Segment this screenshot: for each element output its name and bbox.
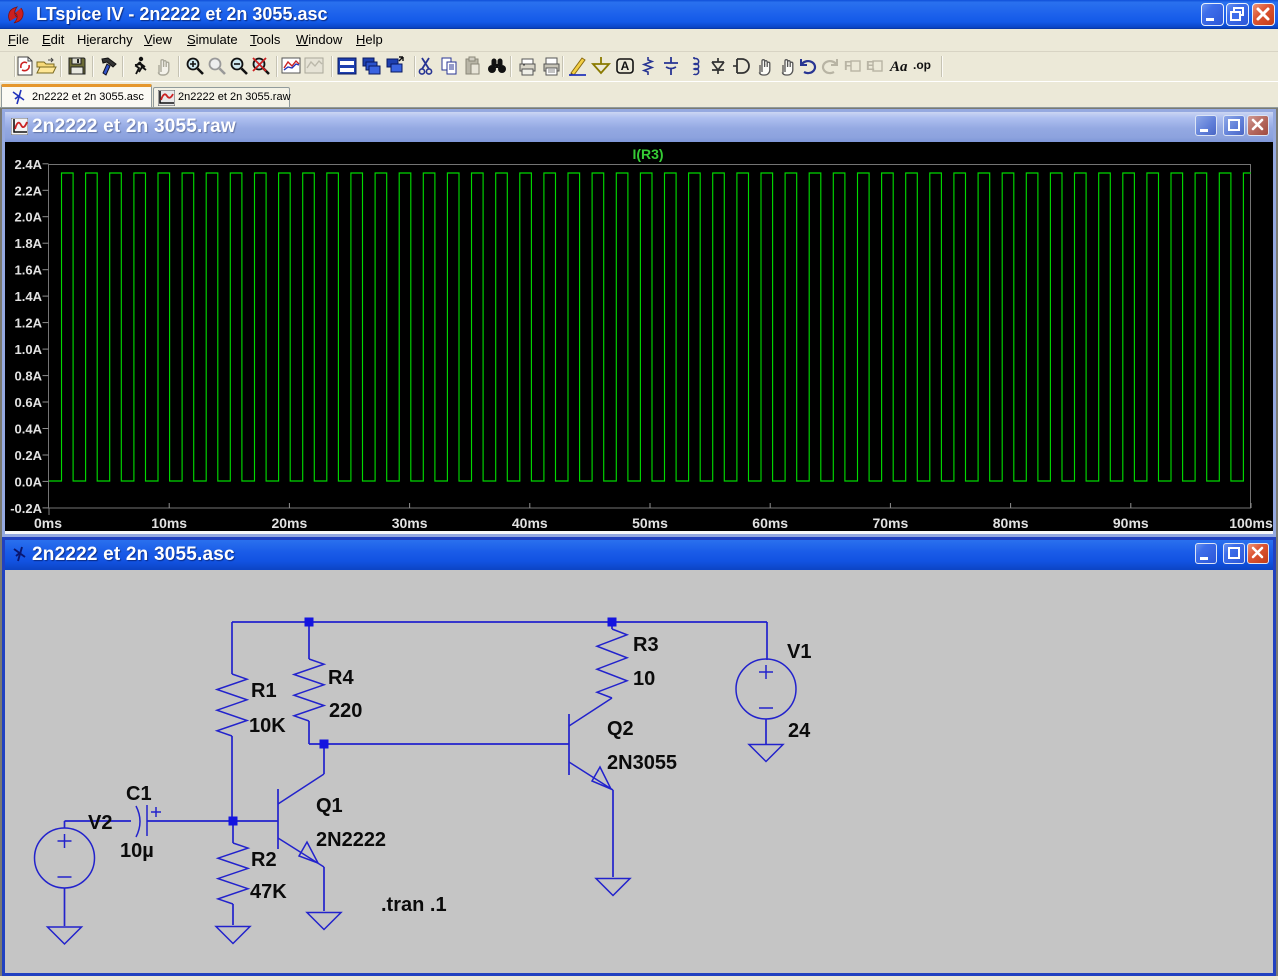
svg-text:10K: 10K: [249, 715, 286, 737]
svg-text:2N3055: 2N3055: [607, 752, 677, 774]
svg-text:V1: V1: [787, 641, 811, 663]
svg-text:60ms: 60ms: [752, 515, 788, 531]
svg-text:1.8A: 1.8A: [15, 236, 43, 251]
svg-text:20ms: 20ms: [271, 515, 307, 531]
svg-text:40ms: 40ms: [512, 515, 548, 531]
svg-text:Aa: Aa: [889, 59, 908, 75]
svg-text:70ms: 70ms: [872, 515, 908, 531]
svg-text:50ms: 50ms: [632, 515, 668, 531]
svg-text:0.8A: 0.8A: [15, 369, 43, 384]
svg-text:C1: C1: [126, 783, 152, 805]
svg-text:Q1: Q1: [316, 795, 343, 817]
svg-text:R2: R2: [251, 849, 277, 871]
svg-text:10ms: 10ms: [151, 515, 187, 531]
svg-text:0.2A: 0.2A: [15, 448, 43, 463]
svg-text:2.4A: 2.4A: [15, 157, 43, 172]
svg-text:I(R3): I(R3): [632, 146, 663, 162]
svg-text:10µ: 10µ: [120, 840, 154, 862]
svg-text:1.4A: 1.4A: [15, 289, 43, 304]
svg-text:1.6A: 1.6A: [15, 263, 43, 278]
svg-text:-0.2A: -0.2A: [10, 501, 42, 516]
svg-text:R1: R1: [251, 680, 277, 702]
svg-text:1.2A: 1.2A: [15, 316, 43, 331]
svg-text:80ms: 80ms: [993, 515, 1029, 531]
svg-text:30ms: 30ms: [392, 515, 428, 531]
svg-text:0.4A: 0.4A: [15, 422, 43, 437]
svg-text:0ms: 0ms: [34, 515, 62, 531]
svg-text:R4: R4: [328, 667, 354, 689]
svg-text:1.0A: 1.0A: [15, 342, 43, 357]
svg-text:90ms: 90ms: [1113, 515, 1149, 531]
svg-text:R3: R3: [633, 634, 659, 656]
svg-text:Q2: Q2: [607, 718, 634, 740]
svg-text:24: 24: [788, 720, 811, 742]
svg-text:2N2222: 2N2222: [316, 829, 386, 851]
svg-text:0.0A: 0.0A: [15, 474, 43, 489]
svg-text:10: 10: [633, 668, 655, 690]
svg-text:100ms: 100ms: [1229, 515, 1273, 531]
svg-text:.op: .op: [913, 58, 931, 72]
svg-text:47K: 47K: [250, 881, 287, 903]
svg-text:A: A: [621, 59, 630, 73]
svg-text:2.0A: 2.0A: [15, 210, 43, 225]
svg-text:V2: V2: [88, 812, 112, 834]
svg-text:2.2A: 2.2A: [15, 183, 43, 198]
svg-text:220: 220: [329, 700, 362, 722]
svg-text:.tran .1: .tran .1: [381, 894, 447, 916]
svg-text:0.6A: 0.6A: [15, 395, 43, 410]
